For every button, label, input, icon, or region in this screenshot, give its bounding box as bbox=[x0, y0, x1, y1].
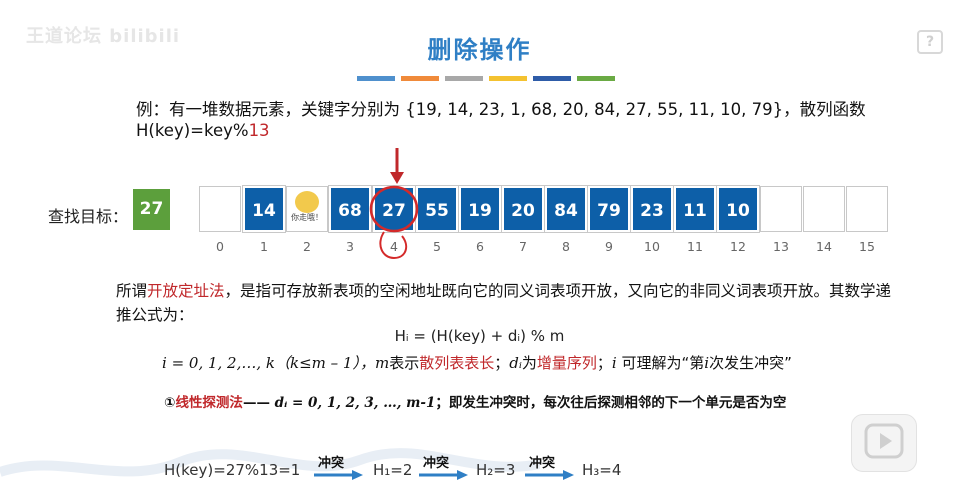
def-text: ； bbox=[596, 354, 612, 372]
def-text: 次发生冲突” bbox=[709, 354, 792, 372]
table-length-term: 散列表表长 bbox=[419, 354, 495, 372]
probe-h2: H₂=3 bbox=[476, 461, 516, 479]
def-text: ； bbox=[494, 354, 510, 372]
color-bar bbox=[445, 76, 483, 81]
para-text: 所谓 bbox=[116, 282, 148, 300]
index-label: 0 bbox=[216, 239, 224, 254]
index-label: 5 bbox=[433, 239, 441, 254]
color-bar bbox=[577, 76, 615, 81]
right-arrow-icon bbox=[314, 470, 363, 480]
search-target: 27 bbox=[133, 189, 170, 230]
down-arrow-icon bbox=[390, 148, 404, 184]
table-cell: 84 bbox=[544, 185, 588, 233]
index-label: 6 bbox=[476, 239, 484, 254]
m-variable: m bbox=[374, 354, 390, 372]
table-cell: 23 bbox=[630, 185, 674, 233]
color-bar bbox=[533, 76, 571, 81]
hash-modulus: 13 bbox=[248, 121, 270, 140]
index-label: 1 bbox=[260, 239, 268, 254]
d-variable: dᵢ bbox=[509, 354, 522, 372]
index-label: 8 bbox=[562, 239, 570, 254]
bilibili-play-button[interactable] bbox=[851, 414, 917, 472]
di-sequence: dᵢ = 0, 1, 2, 3, …, m-1 bbox=[274, 395, 436, 411]
def-text: 可理解为“第 bbox=[621, 354, 705, 372]
index-label: 10 bbox=[644, 239, 660, 254]
example-text: 例：有一堆数据元素，关键字分别为 {19, 14, 23, 1, 68, 20,… bbox=[136, 100, 866, 119]
table-cell: 11 bbox=[673, 185, 717, 233]
linear-desc: ；即发生冲突时，每次往后探测相邻的下一个单元是否为空 bbox=[435, 395, 787, 411]
play-icon bbox=[864, 423, 904, 459]
open-addressing-paragraph: 所谓开放定址法，是指可存放新表项的空闲地址既向它的同义词表项开放，又向它的非同义… bbox=[116, 279, 896, 327]
table-cell: 10 bbox=[716, 185, 760, 233]
linear-probing-line: ①线性探测法—— dᵢ = 0, 1, 2, 3, …, m-1；即发生冲突时，… bbox=[164, 391, 786, 411]
i-variable: i bbox=[611, 354, 617, 372]
table-cell bbox=[846, 186, 888, 232]
table-cell: 55 bbox=[415, 185, 459, 233]
table-cell: 19 bbox=[458, 185, 502, 233]
index-label: 13 bbox=[773, 239, 789, 254]
color-bar bbox=[357, 76, 395, 81]
index-label: 11 bbox=[687, 239, 703, 254]
hash-function: H(key)=key%13 bbox=[136, 121, 270, 140]
probe-h1: H₁=2 bbox=[373, 461, 413, 479]
index-label: 14 bbox=[816, 239, 832, 254]
index-label: 12 bbox=[730, 239, 746, 254]
table-cell: 68 bbox=[328, 185, 372, 233]
i-range: i = 0, 1, 2,…, k（k≤m – 1）， bbox=[162, 354, 375, 372]
right-arrow-icon bbox=[419, 470, 468, 480]
table-cell-deleted: 你走哦！ bbox=[286, 186, 328, 232]
table-cell bbox=[760, 186, 802, 232]
item-number: ① bbox=[164, 395, 176, 411]
table-cell: 79 bbox=[587, 185, 631, 233]
slide-title: 删除操作 bbox=[427, 36, 532, 64]
index-label: 9 bbox=[605, 239, 613, 254]
deleted-label: 你走哦！ bbox=[291, 213, 323, 222]
hash-prefix: H(key)= bbox=[164, 461, 226, 479]
index-label: 15 bbox=[859, 239, 875, 254]
table-cell bbox=[199, 186, 241, 232]
increment-sequence-term: 增量序列 bbox=[536, 354, 597, 372]
probe-h3: H₃=4 bbox=[582, 461, 622, 479]
def-text: 为 bbox=[521, 354, 537, 372]
table-cell bbox=[803, 186, 845, 232]
open-addressing-term: 开放定址法 bbox=[147, 282, 225, 300]
index-label: 4 bbox=[390, 239, 398, 254]
color-bar bbox=[489, 76, 527, 81]
formula-definitions: i = 0, 1, 2,…, k（k≤m – 1），m表示散列表表长；dᵢ为增量… bbox=[162, 352, 792, 373]
def-text: 表示 bbox=[389, 354, 420, 372]
duck-icon bbox=[295, 191, 319, 213]
index-label: 7 bbox=[519, 239, 527, 254]
hash-function-prefix: H(key)=key% bbox=[136, 121, 249, 140]
recurrence-formula: Hᵢ = (H(key) + dᵢ) % m bbox=[394, 327, 565, 345]
dash: —— bbox=[242, 395, 270, 411]
search-label: 查找目标： bbox=[48, 207, 129, 226]
table-cell: 14 bbox=[242, 185, 286, 233]
para-text: ，是指可存放新表项的空闲地址既向它的同义词表项开放，又向它的非同义词表项开放。其… bbox=[116, 282, 892, 324]
hash-calc: 27%13=1 bbox=[225, 461, 301, 479]
table-cell: 20 bbox=[501, 185, 545, 233]
initial-hash: H(key)=27%13=1 bbox=[164, 461, 300, 479]
index-label: 2 bbox=[303, 239, 311, 254]
linear-probing-term: 线性探测法 bbox=[175, 395, 243, 411]
right-arrow-icon bbox=[525, 470, 574, 480]
color-bar bbox=[401, 76, 439, 81]
index-label: 3 bbox=[346, 239, 354, 254]
